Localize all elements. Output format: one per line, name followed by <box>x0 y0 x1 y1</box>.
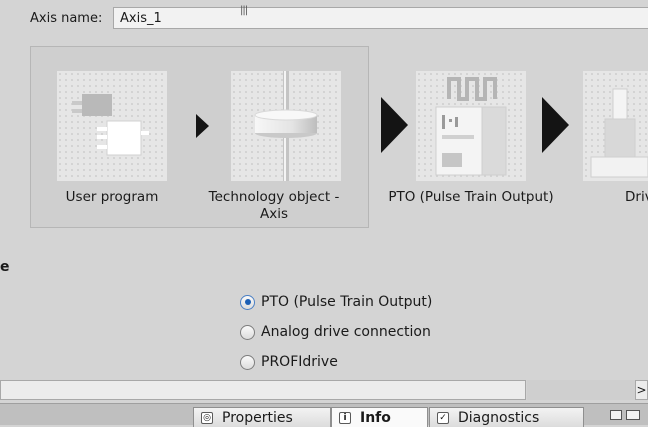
scrollbar-grip-icon: ||| <box>240 5 248 16</box>
technology-object-caption: Technology object - Axis <box>208 189 340 222</box>
radio-button[interactable] <box>240 354 255 370</box>
technology-object-tile[interactable] <box>231 71 341 181</box>
tab-info[interactable]: i Info <box>331 407 428 427</box>
axis-name-label: Axis name: <box>30 11 103 26</box>
tab-diagnostics[interactable]: ✓ Diagnostics <box>429 407 584 427</box>
diagnostics-icon: ✓ <box>437 412 449 424</box>
scroll-right-button[interactable]: > <box>635 380 648 400</box>
radio-button[interactable] <box>240 324 255 340</box>
drive-tile[interactable] <box>583 71 648 181</box>
user-program-caption: User program <box>65 189 159 205</box>
arrow-right-icon <box>196 114 209 138</box>
pto-caption: PTO (Pulse Train Output) <box>388 189 554 205</box>
properties-icon: ◎ <box>201 412 213 424</box>
arrow-right-icon <box>381 97 408 153</box>
info-icon: i <box>339 412 351 424</box>
radio-label: PROFIdrive <box>261 354 338 370</box>
restore-window-icon[interactable] <box>610 410 622 420</box>
radio-option-pto[interactable]: PTO (Pulse Train Output) <box>240 292 432 312</box>
radio-option-analog[interactable]: Analog drive connection <box>240 322 431 342</box>
axis-name-field[interactable] <box>113 7 648 29</box>
pulse-train-icon <box>435 77 507 176</box>
maximize-window-icon[interactable] <box>626 410 640 420</box>
radio-label: PTO (Pulse Train Output) <box>261 294 433 310</box>
user-program-icon <box>72 94 149 156</box>
drive-icon <box>590 88 648 178</box>
arrow-right-icon <box>542 97 569 153</box>
pto-tile[interactable] <box>416 71 526 181</box>
radio-button[interactable] <box>240 294 255 310</box>
axis-icon <box>254 71 318 181</box>
horizontal-scrollbar-thumb[interactable] <box>0 380 526 400</box>
radio-option-profidrive[interactable]: PROFIdrive <box>240 352 338 372</box>
tab-properties[interactable]: ◎ Properties <box>193 407 331 427</box>
horizontal-scrollbar-track[interactable] <box>527 380 635 400</box>
section-title: e <box>0 259 10 275</box>
drive-caption: Drive <box>625 189 648 205</box>
user-program-tile[interactable] <box>57 71 167 181</box>
radio-label: Analog drive connection <box>261 324 431 340</box>
